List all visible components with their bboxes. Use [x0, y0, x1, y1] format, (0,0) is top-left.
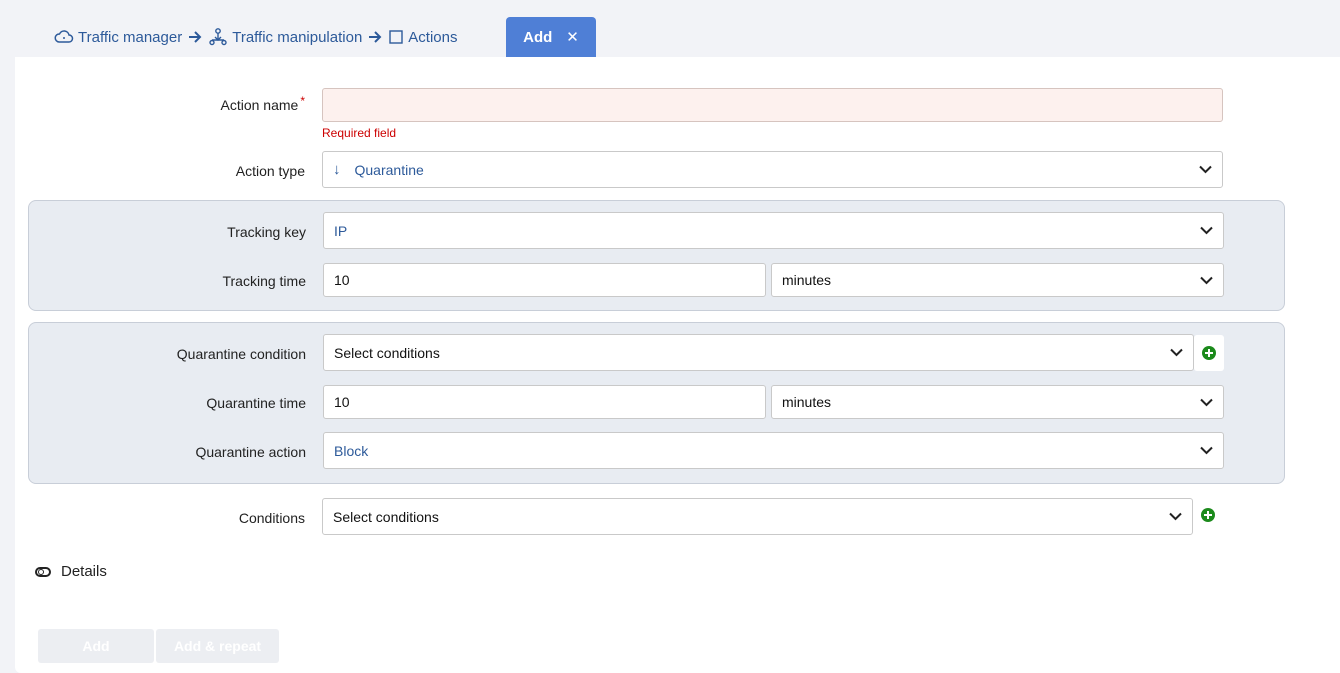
close-icon[interactable]: ✕	[566, 28, 579, 46]
breadcrumb: Traffic manager Traffic manipulation Act…	[54, 26, 458, 48]
cloud-icon	[54, 29, 74, 45]
quarantine-time-label: Quarantine time	[206, 395, 306, 411]
quarantine-action-value: Block	[334, 442, 369, 459]
add-condition-icon[interactable]	[1201, 508, 1215, 522]
arrow-right-icon	[188, 30, 202, 44]
network-icon	[208, 28, 228, 46]
add-button[interactable]: Add	[38, 629, 154, 663]
action-name-label: Action name *	[220, 94, 306, 113]
required-mark: *	[300, 94, 305, 108]
chevron-down-icon	[1198, 163, 1212, 177]
quarantine-time-unit-select[interactable]: minutes	[771, 385, 1224, 419]
quarantine-condition-select[interactable]: Select conditions	[323, 334, 1194, 371]
breadcrumb-label: Actions	[408, 28, 458, 46]
action-type-value: Quarantine	[354, 161, 424, 178]
tab-label: Add	[523, 28, 553, 46]
square-icon	[388, 29, 404, 45]
quarantine-time-unit-value: minutes	[782, 394, 832, 410]
conditions-select[interactable]: Select conditions	[322, 498, 1193, 535]
details-label: Details	[61, 563, 107, 580]
add-repeat-button[interactable]: Add & repeat	[156, 629, 279, 663]
breadcrumb-item-actions[interactable]: Actions	[388, 28, 458, 46]
quarantine-time-input[interactable]: 10	[323, 385, 766, 419]
tracking-key-select[interactable]: IP	[323, 212, 1224, 249]
action-name-label-text: Action name	[220, 97, 299, 113]
chevron-down-icon	[1169, 346, 1183, 360]
breadcrumb-label: Traffic manager	[78, 28, 183, 46]
action-type-select[interactable]: ↓ Quarantine	[322, 151, 1223, 188]
breadcrumb-item-traffic-manager[interactable]: Traffic manager	[54, 29, 182, 46]
action-name-input[interactable]	[322, 88, 1223, 122]
toggle-icon	[35, 566, 51, 577]
action-type-label: Action type	[235, 163, 305, 179]
tracking-key-value: IP	[334, 222, 348, 239]
tracking-time-unit-select[interactable]: minutes	[771, 263, 1224, 297]
chevron-down-icon	[1168, 510, 1182, 524]
arrow-down-icon: ↓	[333, 161, 341, 178]
quarantine-condition-label: Quarantine condition	[176, 346, 306, 362]
breadcrumb-item-traffic-manipulation[interactable]: Traffic manipulation	[208, 28, 362, 46]
tracking-key-label: Tracking key	[227, 224, 306, 240]
arrow-right-icon	[368, 30, 382, 44]
chevron-down-icon	[1199, 444, 1213, 458]
conditions-label: Conditions	[238, 510, 305, 526]
tracking-time-label: Tracking time	[222, 273, 306, 289]
conditions-value: Select conditions	[333, 508, 439, 525]
breadcrumb-label: Traffic manipulation	[232, 28, 363, 46]
chevron-down-icon	[1199, 273, 1213, 287]
quarantine-action-label: Quarantine action	[195, 444, 306, 460]
tracking-time-input[interactable]: 10	[323, 263, 766, 297]
required-field-error: Required field	[322, 126, 397, 140]
tracking-time-unit-value: minutes	[782, 272, 832, 288]
chevron-down-icon	[1199, 395, 1213, 409]
quarantine-condition-value: Select conditions	[334, 344, 440, 361]
quarantine-action-select[interactable]: Block	[323, 432, 1224, 469]
chevron-down-icon	[1199, 224, 1213, 238]
add-quarantine-condition-icon[interactable]	[1202, 346, 1216, 360]
tab-add[interactable]: Add ✕	[506, 17, 596, 57]
details-toggle[interactable]: Details	[35, 563, 107, 580]
